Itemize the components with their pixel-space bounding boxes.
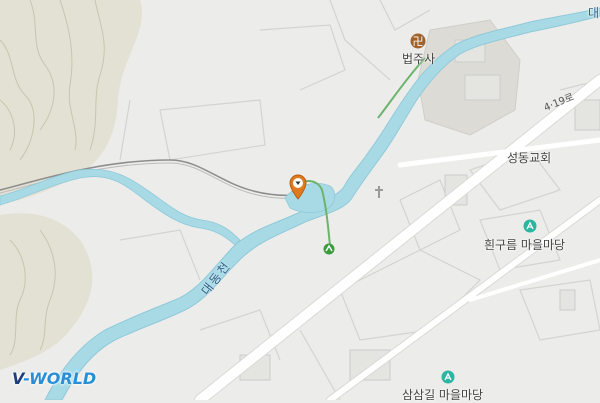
logo-part-world: -WORLD <box>23 369 97 388</box>
church-icon <box>374 183 384 198</box>
temple-label: 법주사 <box>402 52 436 66</box>
svg-text:卍: 卍 <box>413 35 424 48</box>
edge-label: 대 <box>588 6 600 20</box>
logo-part-v: V <box>12 369 24 388</box>
playground-icon[interactable] <box>523 218 537 233</box>
vworld-logo: V-WORLD <box>12 369 96 388</box>
playground2-label: 삼삼길 마을마당 <box>402 388 484 402</box>
trail-arrow-icon[interactable] <box>323 240 335 255</box>
playground1-label: 흰구름 마을마당 <box>484 238 566 252</box>
buddhist-temple-icon[interactable]: 卍 <box>410 33 426 49</box>
playground-icon[interactable] <box>441 369 455 384</box>
church-label: 성동교회 <box>507 151 552 165</box>
location-pin-icon[interactable] <box>288 174 308 200</box>
